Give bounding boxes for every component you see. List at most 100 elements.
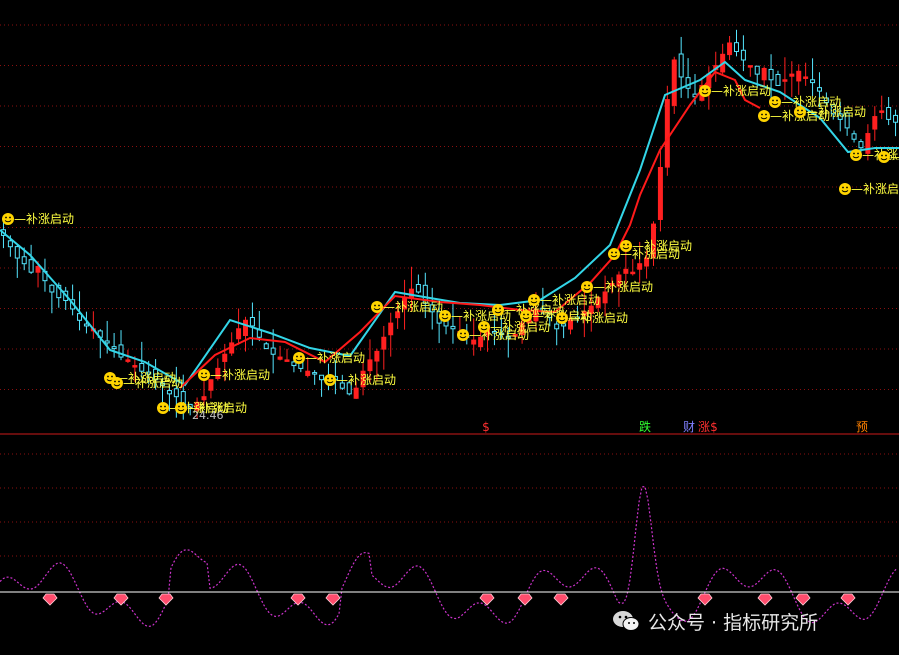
watermark-text: 公众号 · 指标研究所: [648, 611, 819, 634]
annotation-label: —补涨启动: [210, 367, 270, 382]
smiley-icon: [157, 402, 169, 414]
candle-body: [166, 390, 172, 395]
candle-body: [415, 284, 421, 293]
smiley-icon: [478, 321, 490, 333]
annotation-label: —补涨启动: [123, 375, 183, 390]
candle-body: [374, 350, 380, 362]
annotation-label: —补涨启动: [14, 211, 74, 226]
candle-body: [671, 59, 677, 106]
candle-body: [733, 42, 739, 52]
candle-body: [236, 328, 242, 340]
annotation-label: —补涨启动: [383, 299, 443, 314]
smiley-icon: [520, 310, 532, 322]
candle-body: [319, 374, 325, 381]
candle-body: [132, 365, 138, 368]
candle-body: [623, 268, 629, 274]
smiley-icon: [620, 240, 632, 252]
candle-body: [270, 347, 276, 355]
signal-label: $: [482, 420, 490, 434]
annotation-label: —补涨启动: [851, 181, 899, 196]
smiley-icon: [758, 110, 770, 122]
diamond-icon: [113, 593, 129, 606]
smiley-icon: [839, 183, 851, 195]
annotation-label: —补涨启动: [711, 83, 771, 98]
candle-body: [761, 67, 767, 81]
smiley-icon: [878, 151, 890, 163]
candle-body: [450, 325, 456, 330]
candle-body: [284, 359, 290, 362]
annotation-label: —补涨启动: [806, 104, 866, 119]
diamond-icon: [553, 593, 569, 606]
candle-body: [111, 346, 117, 350]
diamond-icon: [325, 593, 341, 606]
annotation-label: —补涨启动: [305, 350, 365, 365]
candle-body: [872, 116, 878, 130]
diamond-icon: [517, 593, 533, 606]
candle-body: [28, 259, 34, 273]
annotation-label: —补涨启动: [540, 292, 600, 307]
candle-body: [637, 263, 643, 270]
signal-label: 涨: [698, 419, 710, 434]
candle-body: [782, 79, 788, 82]
candle-body: [49, 284, 55, 293]
signal-label: 财: [683, 420, 695, 434]
candle-body: [21, 256, 27, 265]
candle-body: [263, 343, 269, 350]
candle-body: [754, 65, 760, 75]
candle-body: [657, 166, 663, 220]
candle-body: [277, 356, 283, 360]
candle-body: [367, 359, 373, 372]
smiley-icon: [293, 352, 305, 364]
candle-body: [249, 316, 255, 327]
candle-body: [664, 99, 670, 168]
smiley-icon: [608, 248, 620, 260]
indicator-diamonds: [42, 593, 856, 606]
smiley-icon: [581, 281, 593, 293]
smiley-icon: [371, 301, 383, 313]
annotation-label: —补涨启动: [593, 279, 653, 294]
candle-body: [35, 266, 41, 273]
wechat-icon: [613, 611, 640, 631]
watermark: 公众号 · 指标研究所: [612, 606, 818, 636]
annotation-label: —补涨启动: [632, 238, 692, 253]
candle-body: [554, 323, 560, 330]
candle-body: [851, 133, 857, 140]
diamond-icon: [840, 593, 856, 606]
annotation-label: —补涨启动: [336, 372, 396, 387]
annotation-label: —补涨启动: [890, 149, 899, 164]
candle-body: [125, 359, 131, 362]
signal-label: 跌: [639, 419, 651, 434]
candle-body: [561, 323, 567, 327]
smiley-icon: [528, 294, 540, 306]
annotation-label: —补涨启动: [568, 310, 628, 325]
candle-body: [104, 340, 110, 344]
candle-body: [630, 271, 636, 275]
signal-labels: $ 跌财涨 $ 预: [482, 419, 868, 434]
candle-body: [14, 246, 20, 259]
smiley-icon: [794, 106, 806, 118]
candle-body: [747, 65, 753, 68]
candle-body: [388, 322, 394, 336]
candle-body: [803, 76, 809, 79]
candle-body: [775, 73, 781, 86]
candle-body: [810, 79, 816, 84]
diamond-icon: [795, 593, 811, 606]
smiley-icon: [198, 369, 210, 381]
smiley-icon: [111, 377, 123, 389]
signal-label: $: [710, 420, 718, 434]
candle-body: [893, 114, 899, 123]
indicator-gridlines: [0, 453, 899, 557]
candle-body: [242, 319, 248, 337]
smiley-icon: [175, 402, 187, 414]
smiley-icon: [699, 85, 711, 97]
candle-body: [740, 49, 746, 61]
smiley-icon: [556, 312, 568, 324]
stock-chart: —补涨启动—补涨启动—补涨启动—补涨启动—补涨启动—补涨启动—补涨启动—补涨启动…: [0, 24, 899, 627]
candle-body: [789, 73, 795, 77]
candle-body: [796, 70, 802, 82]
candle-body: [305, 370, 311, 376]
price-min-label: 24.46: [192, 409, 224, 422]
smiley-icon: [324, 374, 336, 386]
smiley-icon: [439, 310, 451, 322]
smiley-icon: [769, 96, 781, 108]
